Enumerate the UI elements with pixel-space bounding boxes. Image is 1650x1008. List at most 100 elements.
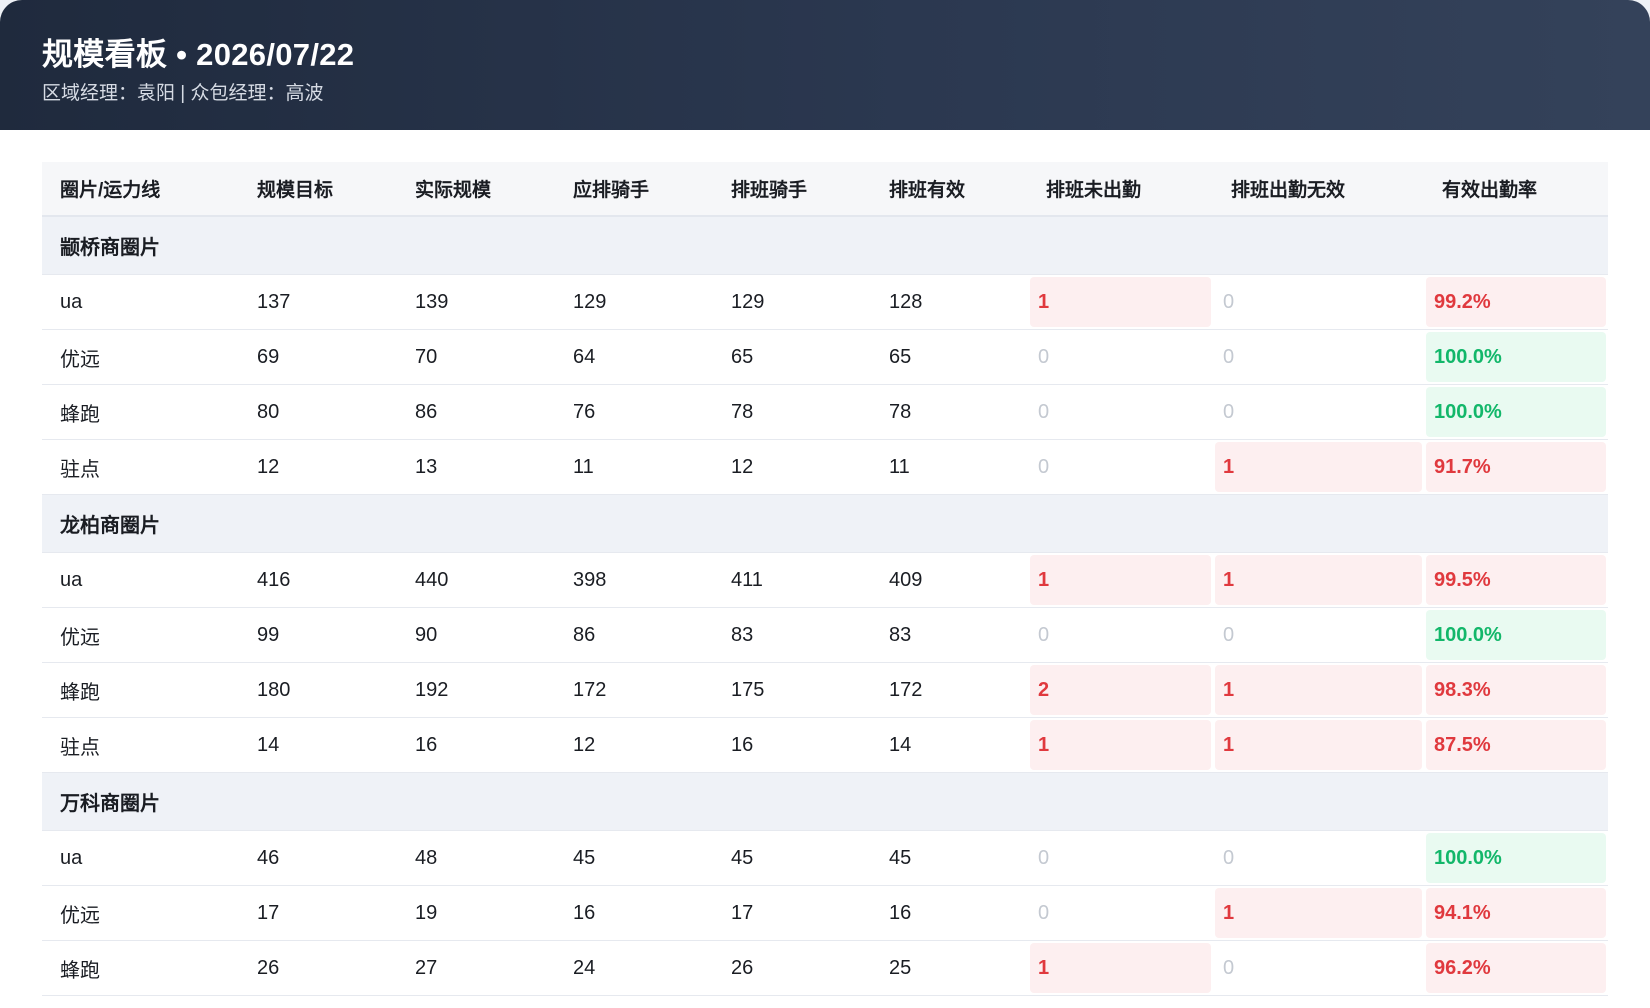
cell-should-schedule: 76 (555, 385, 713, 440)
cell-invalid: 0 (1213, 275, 1424, 330)
cell-actual: 70 (397, 330, 555, 385)
cell-rate-value: 91.7% (1426, 442, 1606, 492)
cell-scheduled: 26 (713, 941, 871, 996)
table-row: 优远 17 19 16 17 16 0 1 94.1% (42, 886, 1608, 941)
cell-invalid: 0 (1213, 941, 1424, 996)
cell-rate: 99.5% (1424, 553, 1608, 608)
cell-should-schedule: 64 (555, 330, 713, 385)
cell-absent: 1 (1028, 553, 1213, 608)
cell-target: 137 (239, 275, 397, 330)
table-row: ua 137 139 129 129 128 1 0 99.2% (42, 275, 1608, 330)
cell-scheduled: 45 (713, 831, 871, 886)
cell-invalid-value: 1 (1215, 888, 1422, 938)
group-row: 万科商圈片 (42, 773, 1608, 831)
table-row: ua 416 440 398 411 409 1 1 99.5% (42, 553, 1608, 608)
cell-actual: 48 (397, 831, 555, 886)
cell-rate: 99.2% (1424, 275, 1608, 330)
cell-should-schedule: 16 (555, 886, 713, 941)
cell-rate: 87.5% (1424, 718, 1608, 773)
cell-actual: 86 (397, 385, 555, 440)
dashboard-card: 规模看板 • 2026/07/22 区域经理：袁阳 | 众包经理：高波 圈片/运… (0, 0, 1650, 1008)
cell-valid: 78 (871, 385, 1028, 440)
cell-invalid: 0 (1213, 608, 1424, 663)
cell-rate-value: 98.3% (1426, 665, 1606, 715)
cell-invalid-value: 1 (1215, 665, 1422, 715)
table-row: 蜂跑 26 27 24 26 25 1 0 96.2% (42, 941, 1608, 996)
group-name: 颛桥商圈片 (42, 217, 1608, 275)
cell-rate-value: 96.2% (1426, 943, 1606, 993)
group-row: 颛桥商圈片 (42, 217, 1608, 275)
cell-actual: 16 (397, 718, 555, 773)
cell-rate-value: 99.5% (1426, 555, 1606, 605)
table-row: 蜂跑 180 192 172 175 172 2 1 98.3% (42, 663, 1608, 718)
cell-scheduled: 12 (713, 440, 871, 495)
cell-actual: 139 (397, 275, 555, 330)
cell-target: 12 (239, 440, 397, 495)
cell-absent-value: 0 (1038, 846, 1050, 869)
cell-absent: 0 (1028, 385, 1213, 440)
cell-absent-value: 0 (1038, 623, 1050, 646)
cell-actual: 90 (397, 608, 555, 663)
cell-valid: 14 (871, 718, 1028, 773)
cell-absent: 0 (1028, 440, 1213, 495)
cell-absent: 1 (1028, 718, 1213, 773)
dashboard-header: 规模看板 • 2026/07/22 区域经理：袁阳 | 众包经理：高波 (0, 0, 1650, 130)
cell-valid: 25 (871, 941, 1028, 996)
cell-absent-value: 1 (1030, 555, 1211, 605)
cell-invalid-value: 1 (1215, 555, 1422, 605)
cell-should-schedule: 398 (555, 553, 713, 608)
col-header-rate: 有效出勤率 (1424, 162, 1608, 217)
scale-table: 圈片/运力线 规模目标 实际规模 应排骑手 排班骑手 排班有效 排班未出勤 排班… (42, 162, 1608, 996)
table-row: 驻点 14 16 12 16 14 1 1 87.5% (42, 718, 1608, 773)
cell-should-schedule: 11 (555, 440, 713, 495)
cell-target: 180 (239, 663, 397, 718)
cell-invalid: 1 (1213, 886, 1424, 941)
cell-rate: 100.0% (1424, 330, 1608, 385)
cell-actual: 440 (397, 553, 555, 608)
cell-absent-value: 2 (1030, 665, 1211, 715)
cell-invalid: 0 (1213, 385, 1424, 440)
col-header-absent: 排班未出勤 (1028, 162, 1213, 217)
scale-table-container: 圈片/运力线 规模目标 实际规模 应排骑手 排班骑手 排班有效 排班未出勤 排班… (42, 162, 1608, 996)
col-header-line: 圈片/运力线 (42, 162, 239, 217)
cell-invalid-value: 0 (1223, 290, 1235, 313)
cell-should-schedule: 86 (555, 608, 713, 663)
cell-should-schedule: 129 (555, 275, 713, 330)
cell-valid: 409 (871, 553, 1028, 608)
cell-line: 驻点 (42, 718, 239, 773)
cell-valid: 65 (871, 330, 1028, 385)
cell-invalid: 1 (1213, 718, 1424, 773)
col-header-valid: 排班有效 (871, 162, 1028, 217)
cell-actual: 13 (397, 440, 555, 495)
cell-absent: 0 (1028, 608, 1213, 663)
cell-invalid: 1 (1213, 663, 1424, 718)
group-row: 龙柏商圈片 (42, 495, 1608, 553)
cell-absent-value: 0 (1038, 455, 1050, 478)
cell-line: 优远 (42, 886, 239, 941)
cell-scheduled: 411 (713, 553, 871, 608)
page-title: 规模看板 • 2026/07/22 (42, 37, 355, 72)
cell-line: 蜂跑 (42, 941, 239, 996)
col-header-should-schedule: 应排骑手 (555, 162, 713, 217)
cell-rate-value: 94.1% (1426, 888, 1606, 938)
cell-actual: 192 (397, 663, 555, 718)
cell-rate-value: 100.0% (1426, 833, 1606, 883)
cell-invalid-value: 0 (1223, 846, 1235, 869)
cell-absent: 0 (1028, 330, 1213, 385)
group-name: 万科商圈片 (42, 773, 1608, 831)
cell-invalid-value: 0 (1223, 623, 1235, 646)
cell-invalid: 1 (1213, 553, 1424, 608)
cell-should-schedule: 45 (555, 831, 713, 886)
table-row: 优远 99 90 86 83 83 0 0 100.0% (42, 608, 1608, 663)
cell-absent-value: 0 (1038, 400, 1050, 423)
cell-absent: 2 (1028, 663, 1213, 718)
cell-invalid: 0 (1213, 330, 1424, 385)
cell-scheduled: 17 (713, 886, 871, 941)
cell-line: 蜂跑 (42, 385, 239, 440)
table-row: 驻点 12 13 11 12 11 0 1 91.7% (42, 440, 1608, 495)
cell-invalid: 1 (1213, 440, 1424, 495)
cell-valid: 83 (871, 608, 1028, 663)
cell-line: 驻点 (42, 440, 239, 495)
cell-target: 99 (239, 608, 397, 663)
cell-target: 17 (239, 886, 397, 941)
